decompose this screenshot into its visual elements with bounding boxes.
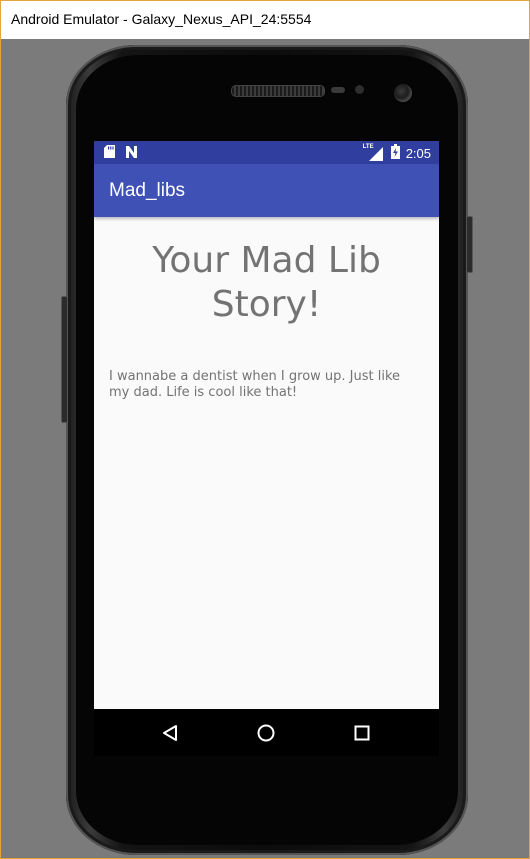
battery-charging-icon: [390, 144, 400, 162]
app-title: Mad_libs: [109, 180, 186, 201]
app-toolbar: Mad_libs: [94, 164, 439, 217]
sd-card-icon: [104, 145, 115, 163]
front-camera-icon: [394, 84, 412, 102]
window-titlebar[interactable]: Android Emulator - Galaxy_Nexus_API_24:5…: [1, 1, 529, 39]
light-sensor: [355, 85, 364, 94]
navigation-bar: [94, 709, 439, 756]
story-heading: Your Mad Lib Story!: [152, 240, 381, 325]
story-text: I wannabe a dentist when I grow up. Just…: [109, 369, 401, 400]
emulator-window: Android Emulator - Galaxy_Nexus_API_24:5…: [0, 0, 530, 859]
home-icon[interactable]: [254, 721, 278, 745]
status-bar: LTE 2:05: [94, 141, 439, 164]
phone-screen: LTE 2:05 Mad_libs Your Mad Lib Story! I …: [94, 141, 439, 756]
main-content: Your Mad Lib Story! I wannabe a dentist …: [94, 217, 439, 709]
lte-signal-icon: LTE: [362, 144, 385, 161]
power-button[interactable]: [466, 216, 473, 273]
volume-button[interactable]: [61, 296, 68, 423]
back-icon[interactable]: [158, 721, 182, 745]
clock: 2:05: [405, 145, 431, 161]
window-title: Android Emulator - Galaxy_Nexus_API_24:5…: [11, 11, 312, 27]
earpiece-speaker: [231, 85, 325, 97]
recents-icon[interactable]: [350, 721, 374, 745]
network-type-label: LTE: [362, 144, 374, 150]
proximity-sensor: [331, 87, 345, 93]
n-notification-icon: [125, 145, 138, 163]
